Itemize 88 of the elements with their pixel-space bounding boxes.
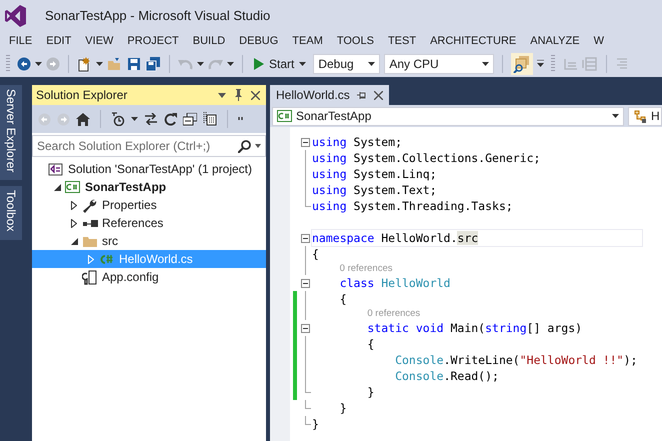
platform-dropdown[interactable]: Any CPU: [384, 54, 494, 74]
menu-item[interactable]: EDIT: [46, 35, 72, 47]
code-line: static void Main(string[] args): [366, 320, 584, 336]
menu-item[interactable]: TEAM: [292, 35, 323, 47]
back-icon[interactable]: [17, 57, 31, 71]
save-icon[interactable]: [127, 57, 141, 71]
collapse-icon[interactable]: [301, 138, 310, 146]
dropdown-arrow-icon: [255, 144, 261, 148]
caret-icon: [299, 62, 306, 66]
side-tab[interactable]: Toolbox: [0, 186, 22, 240]
code-line: using System.Threading.Tasks;: [312, 198, 514, 214]
side-tab[interactable]: Server Explorer: [0, 85, 22, 180]
code-line: {: [338, 291, 348, 307]
open-folder-icon[interactable]: [107, 57, 123, 71]
menu-item[interactable]: DEBUG: [239, 35, 278, 47]
code-line: {: [366, 336, 376, 352]
code-line: using System;: [312, 134, 404, 150]
menu-item[interactable]: FILE: [9, 35, 32, 47]
csharp-project-icon: [65, 180, 81, 194]
code-line: using System.Linq;: [312, 166, 438, 182]
code-line: {: [312, 246, 320, 262]
member-dropdown[interactable]: H: [628, 106, 662, 126]
project-dropdown[interactable]: SonarTestApp: [272, 106, 624, 126]
expanded-arrow-icon: [54, 184, 60, 190]
dropdown-arrow-icon: [368, 62, 376, 66]
collapse-icon[interactable]: [301, 324, 310, 332]
code-line: Console.Read();: [394, 368, 500, 384]
menu-item[interactable]: BUILD: [192, 35, 226, 47]
code-line: using System.Text;: [312, 182, 438, 198]
dropdown-arrow-icon: [482, 62, 490, 66]
caret-icon[interactable]: [131, 117, 138, 121]
expanded-arrow-icon: [70, 238, 78, 244]
code-line: namespace HelloWorld.src: [312, 230, 642, 246]
refresh-icon[interactable]: [164, 112, 177, 126]
caret-icon[interactable]: [197, 62, 204, 66]
wrench-icon: [82, 198, 98, 212]
collapsed-arrow-icon: [88, 254, 94, 264]
tree-item[interactable]: References: [32, 214, 266, 232]
dropdown-arrow-icon: [612, 114, 619, 118]
tree-item[interactable]: App.config: [32, 268, 266, 286]
caret-icon[interactable]: [227, 62, 234, 66]
dropdown-arrow-icon[interactable]: [218, 92, 226, 98]
tree-item[interactable]: SonarTestApp: [32, 178, 266, 196]
search-field[interactable]: Search Solution Explorer (Ctrl+;): [32, 135, 266, 157]
new-project-icon[interactable]: [77, 56, 92, 72]
tree-item[interactable]: Solution 'SonarTestApp' (1 project): [32, 160, 266, 178]
play-icon: [254, 58, 264, 70]
menu-item[interactable]: ARCHITECTURE: [430, 35, 516, 47]
class-icon: [633, 109, 647, 123]
overflow-icon[interactable]: [238, 116, 244, 122]
pin-icon[interactable]: [234, 89, 243, 101]
config-file-icon: [82, 270, 98, 284]
window-title: SonarTestApp - Microsoft Visual Studio: [45, 8, 270, 23]
caret-icon[interactable]: [96, 62, 103, 66]
csharp-project-icon: [277, 109, 292, 123]
menu-item[interactable]: VIEW: [85, 35, 114, 47]
caret-icon[interactable]: [35, 62, 42, 66]
tree-item[interactable]: src: [32, 232, 266, 250]
solution-icon: [48, 162, 64, 176]
menu-item[interactable]: PROJECT: [127, 35, 179, 47]
collapse-all-icon[interactable]: [183, 112, 197, 126]
code-line: }: [366, 384, 376, 400]
menu-item[interactable]: TEST: [388, 35, 416, 47]
save-all-icon[interactable]: [145, 56, 161, 72]
code-line: using System.Collections.Generic;: [312, 150, 542, 166]
home-icon[interactable]: [76, 112, 90, 126]
find-in-files-icon[interactable]: [513, 55, 532, 73]
editor-tab[interactable]: HelloWorld.cs: [270, 85, 389, 105]
menu-item[interactable]: ANALYZE: [530, 35, 580, 47]
sync-icon[interactable]: [144, 113, 158, 125]
configuration-dropdown[interactable]: Debug: [313, 54, 380, 74]
code-line: }: [312, 416, 320, 432]
close-icon[interactable]: [251, 90, 260, 100]
start-button[interactable]: Start: [251, 55, 310, 73]
code-line: class HelloWorld: [338, 275, 452, 291]
overflow-icon[interactable]: [537, 60, 544, 68]
collapse-icon[interactable]: [301, 234, 310, 242]
tree-item[interactable]: Properties: [32, 196, 266, 214]
menu-item[interactable]: TOOLS: [336, 35, 374, 47]
search-icon: [238, 140, 251, 152]
collapse-icon[interactable]: [301, 278, 310, 288]
logo-icon: [5, 4, 27, 28]
code-line: Console.WriteLine("HelloWorld !!");: [394, 352, 638, 368]
code-line: }: [338, 400, 348, 416]
close-icon: [374, 90, 383, 100]
menu-item[interactable]: W: [594, 35, 604, 47]
panel-title: Solution Explorer: [36, 88, 128, 102]
pin-icon: [356, 90, 367, 100]
